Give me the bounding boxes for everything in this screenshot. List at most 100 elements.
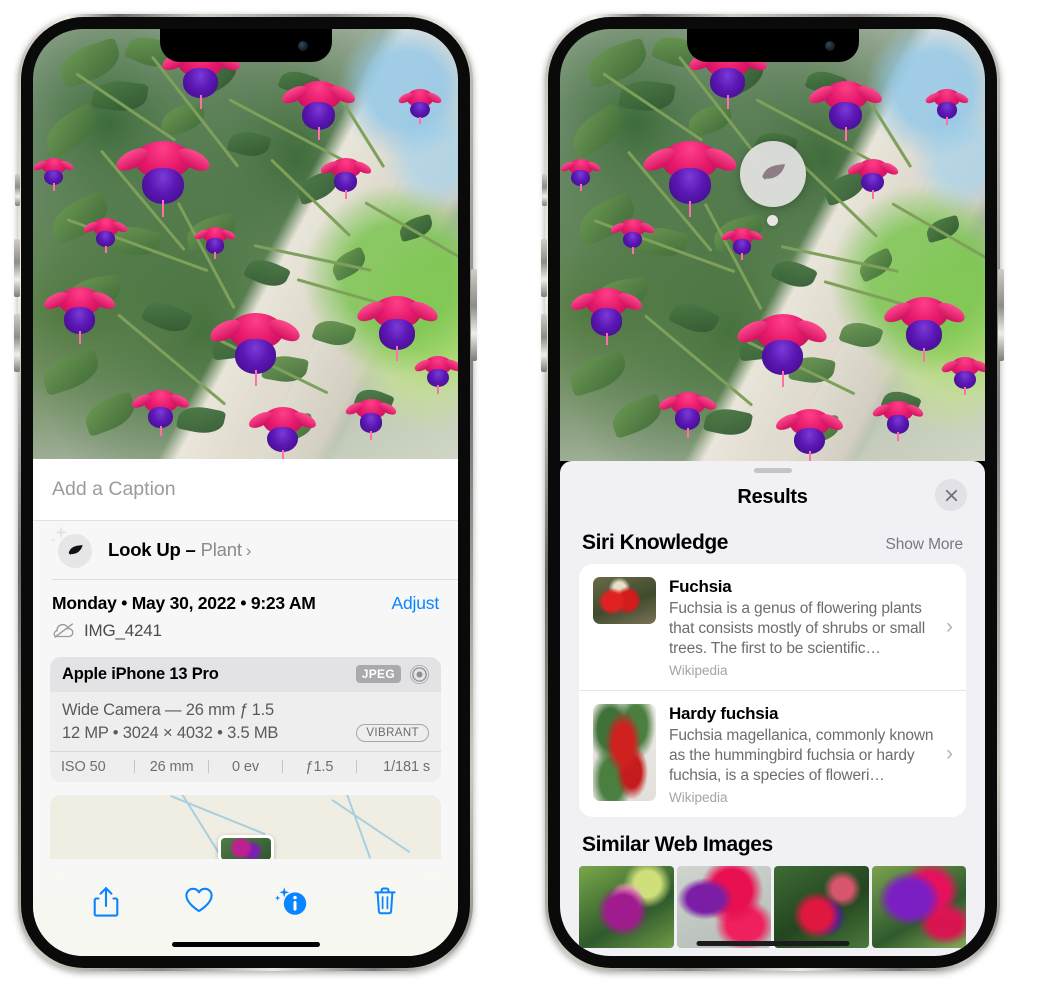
look-up-dash: – <box>185 539 196 560</box>
photo-fuchsia-flower <box>92 218 119 254</box>
icloud-slash-icon <box>53 623 74 638</box>
exif-row: ISO 50 26 mm 0 ev ƒ1.5 1/181 s <box>50 750 441 782</box>
device-name: Apple iPhone 13 Pro <box>62 664 219 683</box>
leaf-icon <box>68 544 83 555</box>
knowledge-thumbnail <box>593 703 656 801</box>
date-panel: Monday • May 30, 2022 • 9:23 AM Adjust I… <box>33 580 458 651</box>
lens-line: Wide Camera — 26 mm ƒ 1.5 <box>62 700 274 719</box>
knowledge-row[interactable]: Fuchsia Fuchsia is a genus of flowering … <box>579 564 966 690</box>
power-button[interactable] <box>471 269 477 361</box>
results-title: Results <box>737 485 808 508</box>
volume-down-button[interactable] <box>541 314 547 372</box>
volume-down-button[interactable] <box>14 314 20 372</box>
power-button[interactable] <box>998 269 1004 361</box>
photo-fuchsia-flower <box>373 295 421 361</box>
photo-fuchsia-flower <box>356 398 386 440</box>
knowledge-description: Fuchsia is a genus of flowering plants t… <box>669 600 926 657</box>
photo-viewer[interactable] <box>560 29 985 461</box>
map-photo-pin <box>217 834 274 859</box>
knowledge-text: Fuchsia Fuchsia is a genus of flowering … <box>669 577 952 678</box>
volume-up-button[interactable] <box>14 239 20 297</box>
results-header: Results <box>560 473 985 521</box>
front-camera-icon <box>297 41 308 51</box>
leaf-badge <box>58 534 92 568</box>
capture-date: Monday • May 30, 2022 • 9:23 AM <box>52 592 316 613</box>
leaf-icon <box>761 163 785 180</box>
share-icon <box>93 886 118 917</box>
adjust-button[interactable]: Adjust <box>392 593 440 614</box>
file-name: IMG_4241 <box>84 620 162 640</box>
web-image[interactable] <box>871 865 966 948</box>
knowledge-description: Fuchsia magellanica, commonly known as t… <box>669 726 934 784</box>
web-image[interactable] <box>579 865 674 948</box>
visual-look-up-anchor-dot <box>767 215 778 226</box>
favorite-button[interactable] <box>152 886 245 914</box>
siri-knowledge-header: Siri Knowledge Show More <box>560 521 985 564</box>
volume-up-button[interactable] <box>541 239 547 297</box>
close-button[interactable] <box>935 479 967 511</box>
siri-knowledge-card: Fuchsia Fuchsia is a genus of flowering … <box>579 564 966 817</box>
similar-web-images-strip[interactable] <box>560 865 985 948</box>
photo-fuchsia-flower <box>330 158 361 199</box>
specs-row: 12 MP • 3024 × 4032 • 3.5 MB VIBRANT <box>62 724 429 743</box>
web-image[interactable] <box>774 865 869 948</box>
camera-info-card[interactable]: Apple iPhone 13 Pro JPEG Wide Camera — 2… <box>50 656 441 782</box>
photo-viewer[interactable] <box>33 29 458 459</box>
photo-fuchsia-flower <box>58 287 101 344</box>
knowledge-title: Fuchsia <box>669 577 732 596</box>
knowledge-row[interactable]: Hardy fuchsia Fuchsia magellanica, commo… <box>579 689 966 817</box>
home-indicator[interactable] <box>696 941 849 946</box>
left-phone: Add a Caption Look Up – Plant › Monday •… <box>14 14 477 971</box>
photo-fuchsia-flower <box>730 227 754 261</box>
look-up-title: Look Up <box>108 539 181 560</box>
similar-web-images-title: Similar Web Images <box>582 832 773 856</box>
photo-fuchsia-flower <box>296 80 341 141</box>
share-button[interactable] <box>59 886 152 918</box>
delete-button[interactable] <box>339 886 432 916</box>
close-icon <box>945 489 957 501</box>
notch <box>159 29 332 62</box>
knowledge-thumbnail <box>593 577 656 624</box>
exif-value: ƒ1.5 <box>305 758 334 775</box>
photo-fuchsia-flower <box>670 391 705 438</box>
photo-fuchsia-flower <box>823 80 868 141</box>
photo-fuchsia-flower <box>568 158 593 192</box>
front-camera-icon <box>824 41 835 51</box>
exif-value: ISO 50 <box>61 758 106 775</box>
screenshot-root: Add a Caption Look Up – Plant › Monday •… <box>0 0 1055 985</box>
photo-fuchsia-flower <box>424 355 452 394</box>
photo-fuchsia-flower <box>662 141 718 218</box>
exif-value: 26 mm <box>149 758 194 775</box>
look-up-subject: Plant <box>200 539 242 560</box>
photo-fuchsia-flower <box>143 390 178 437</box>
home-indicator[interactable] <box>171 942 320 947</box>
visual-look-up-badge[interactable] <box>740 141 806 207</box>
photo-fuchsia-flower <box>857 158 888 200</box>
info-button[interactable] <box>246 886 339 918</box>
location-map[interactable] <box>50 794 441 859</box>
look-up-row[interactable]: Look Up – Plant › <box>33 521 458 579</box>
web-image[interactable] <box>676 865 771 948</box>
exif-value: 1/181 s <box>383 758 431 775</box>
siri-knowledge-title: Siri Knowledge <box>582 531 729 554</box>
photographic-style-badge: VIBRANT <box>356 724 429 742</box>
silent-switch[interactable] <box>15 174 20 206</box>
camera-card-badges: JPEG <box>355 664 430 685</box>
knowledge-title: Hardy fuchsia <box>669 703 779 723</box>
photo-fuchsia-flower <box>755 314 810 388</box>
chevron-right-icon: › <box>946 741 953 765</box>
aperture-icon <box>409 664 430 684</box>
caption-input[interactable]: Add a Caption <box>52 478 176 501</box>
info-sparkle-icon <box>275 887 307 915</box>
exif-value: 0 ev <box>232 758 260 775</box>
format-badge: JPEG <box>355 665 401 683</box>
silent-switch[interactable] <box>542 174 547 206</box>
photo-fuchsia-flower <box>619 219 646 255</box>
photo-info-sheet: Add a Caption Look Up – Plant › Monday •… <box>33 459 458 956</box>
caption-row[interactable]: Add a Caption <box>33 459 458 521</box>
camera-card-body: Wide Camera — 26 mm ƒ 1.5 12 MP • 3024 ×… <box>50 692 441 751</box>
show-more-button[interactable]: Show More <box>886 536 964 554</box>
photo-fuchsia-flower <box>900 296 948 362</box>
date-row: Monday • May 30, 2022 • 9:23 AM Adjust <box>52 593 439 614</box>
photo-fuchsia-flower <box>585 288 628 346</box>
